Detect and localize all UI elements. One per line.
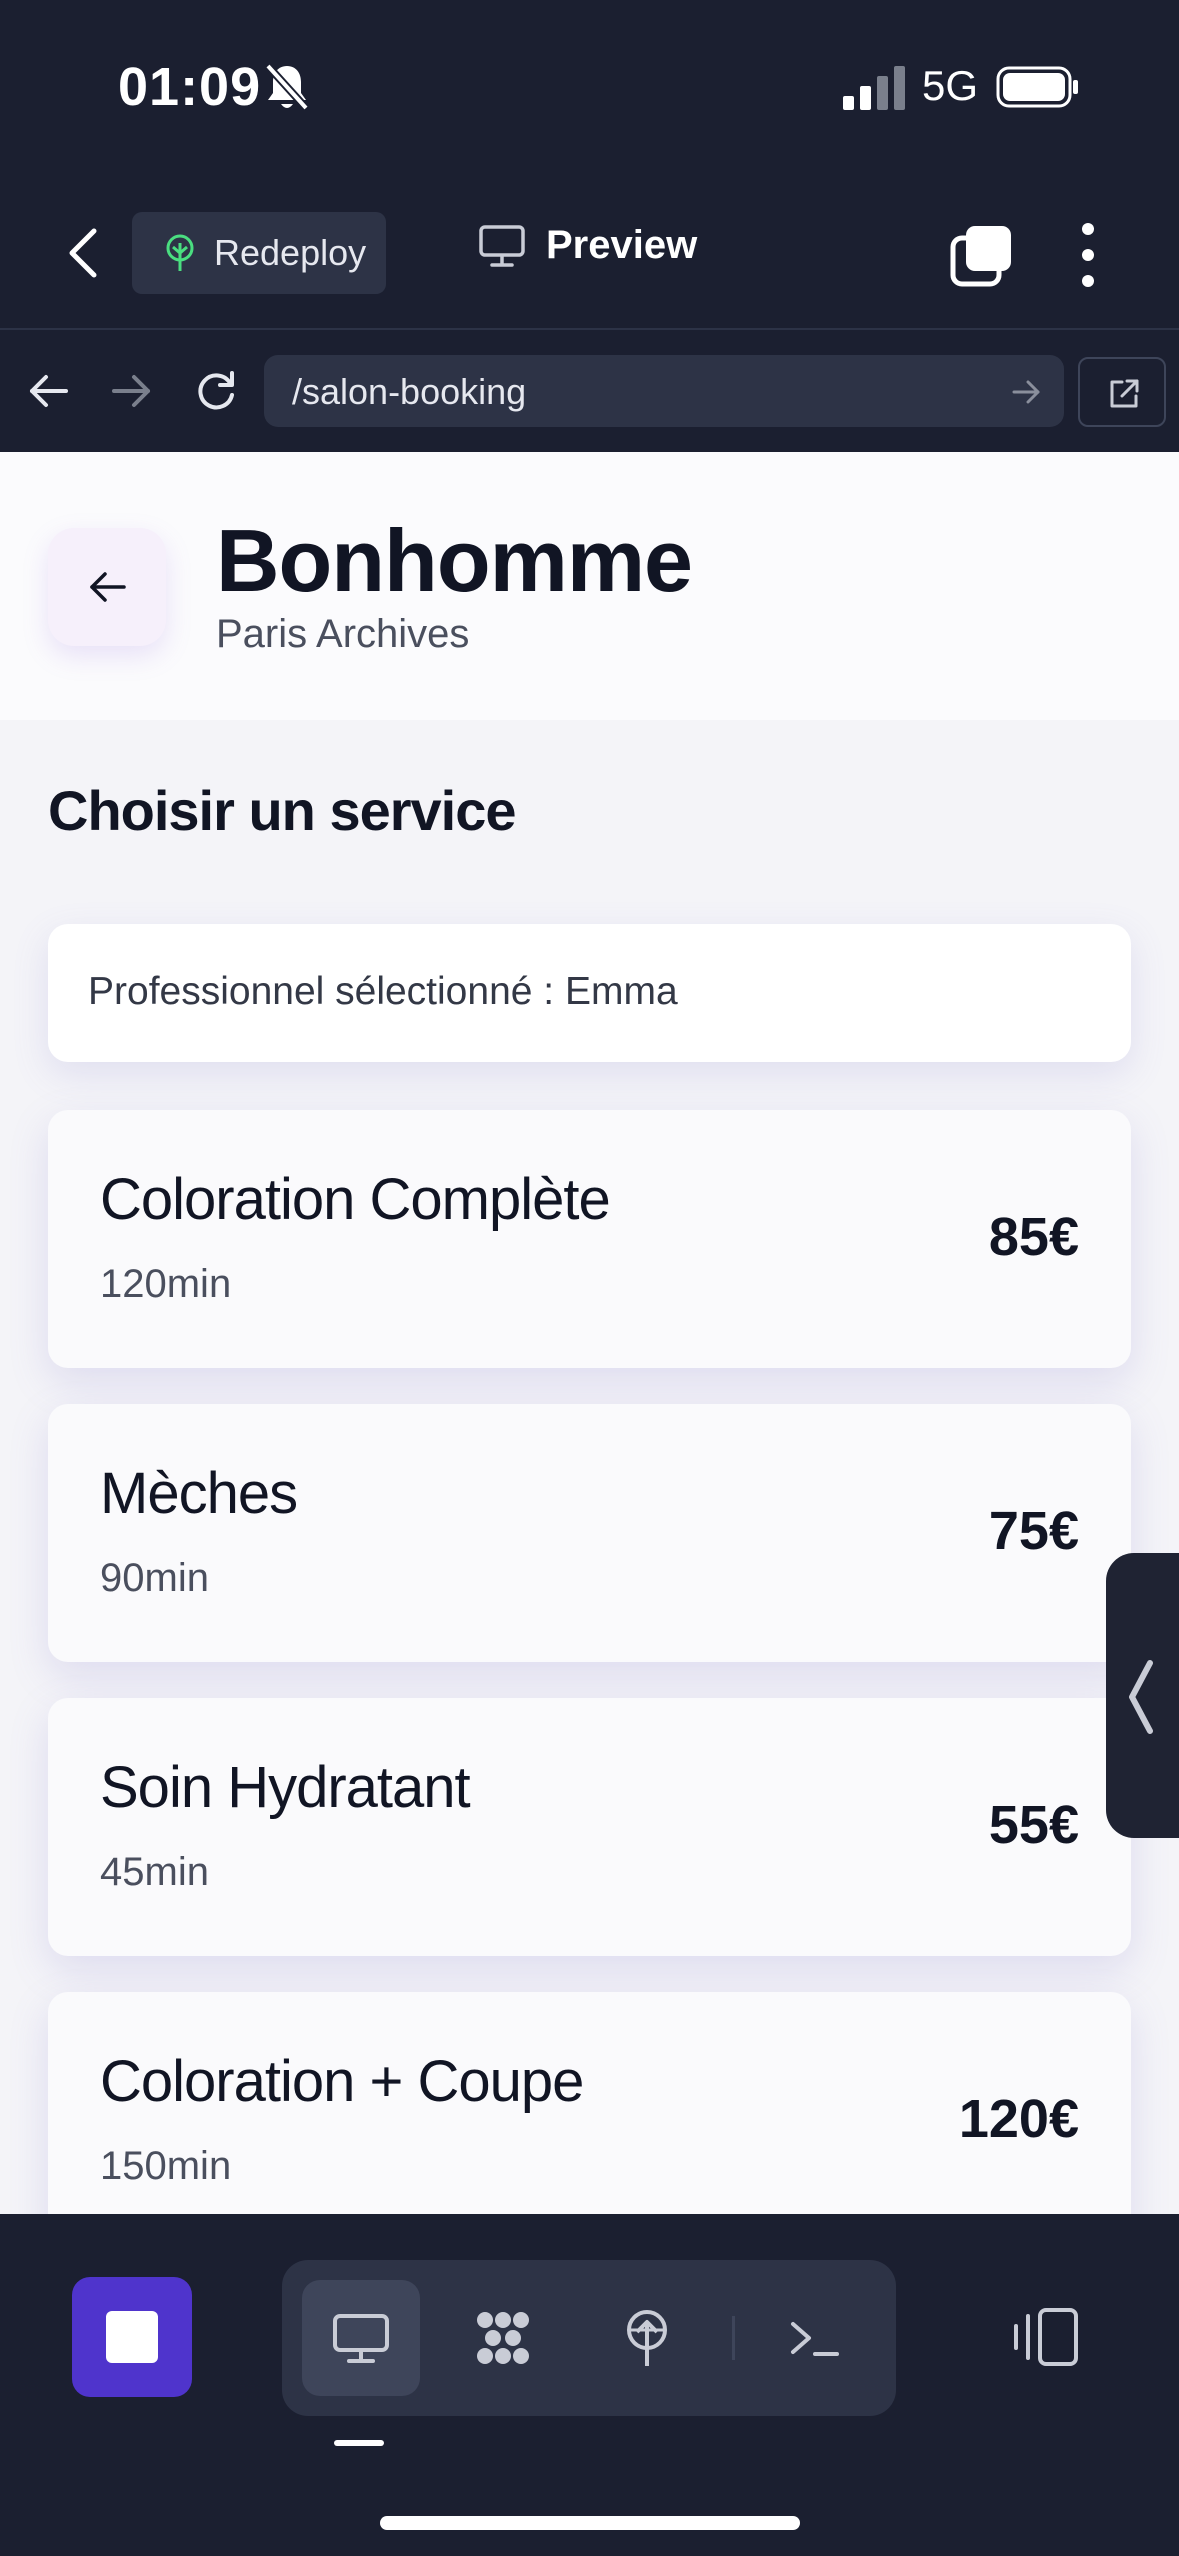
service-card[interactable]: Coloration Complète 120min 85€ [48, 1110, 1131, 1368]
tabs-icon[interactable] [950, 223, 1014, 287]
monitor-icon [479, 224, 525, 267]
arrow-left-icon[interactable] [24, 367, 72, 415]
service-price: 75€ [988, 1501, 1079, 1561]
bottom-toolbar [0, 2214, 1179, 2556]
divider [732, 2316, 735, 2360]
arrow-right-icon[interactable] [108, 367, 156, 415]
service-name: Coloration + Coupe [100, 2049, 584, 2114]
bell-slash-icon [265, 63, 309, 111]
service-price: 120€ [958, 2089, 1079, 2149]
open-external-button[interactable] [1078, 357, 1166, 427]
preview-label: Preview [546, 223, 698, 267]
chevron-left-icon[interactable] [58, 225, 108, 281]
reload-icon[interactable] [192, 367, 240, 415]
selected-professional-card: Professionnel sélectionné : Emma [48, 924, 1131, 1062]
selected-professional-text: Professionnel sélectionné : Emma [88, 970, 678, 1013]
chevron-left-icon [1129, 1660, 1153, 1734]
shop-name: Bonhomme [216, 511, 693, 610]
service-duration: 150min [100, 2144, 232, 2188]
signal-icon [843, 66, 905, 110]
url-field[interactable]: /salon-booking [264, 355, 1064, 427]
service-name: Coloration Complète [100, 1167, 611, 1232]
url-text: /salon-booking [292, 371, 527, 412]
redeploy-button[interactable]: Redeploy [132, 212, 386, 294]
tab-deploy[interactable] [588, 2280, 706, 2396]
home-indicator [380, 2516, 800, 2530]
service-card[interactable]: Soin Hydratant 45min 55€ [48, 1698, 1131, 1956]
status-time: 01:09 [118, 57, 262, 117]
network-label: 5G [922, 62, 979, 109]
service-name: Mèches [100, 1461, 298, 1526]
preview-toggle[interactable]: Preview [478, 223, 697, 268]
status-bar: 01:09 5G [0, 0, 1179, 175]
terminal-icon [791, 2322, 839, 2356]
monitor-icon [333, 2314, 389, 2363]
go-arrow-icon[interactable] [1010, 375, 1044, 409]
tree-icon [166, 234, 194, 271]
stop-icon [106, 2311, 158, 2363]
service-duration: 90min [100, 1556, 209, 1600]
service-duration: 120min [100, 1262, 232, 1306]
service-card[interactable]: Coloration + Coupe 150min 120€ [48, 1992, 1131, 2214]
section-title: Choisir un service [48, 779, 517, 842]
service-price: 85€ [988, 1207, 1079, 1267]
browser-bar: /salon-booking [0, 331, 1179, 452]
panel-icon[interactable] [1010, 2306, 1082, 2368]
service-name: Soin Hydratant [100, 1755, 471, 1820]
arrow-left-icon [90, 572, 126, 602]
shop-header: Bonhomme Paris Archives [0, 452, 1179, 720]
deploy-icon [627, 2310, 667, 2366]
tab-preview[interactable] [302, 2280, 420, 2396]
external-link-icon [1110, 379, 1139, 408]
stop-button[interactable] [72, 2277, 192, 2397]
more-vertical-icon[interactable] [1074, 221, 1102, 289]
back-button[interactable] [48, 528, 166, 646]
battery-icon [996, 66, 1078, 108]
tab-graph[interactable] [444, 2280, 562, 2396]
tab-terminal[interactable] [756, 2280, 874, 2396]
service-duration: 45min [100, 1850, 209, 1894]
service-card[interactable]: Mèches 90min 75€ [48, 1404, 1131, 1662]
nodes-icon [477, 2312, 529, 2364]
app-bar: Redeploy Preview [0, 175, 1179, 330]
shop-location: Paris Archives [216, 612, 470, 656]
web-content: Bonhomme Paris Archives Choisir un servi… [0, 452, 1179, 2214]
active-tab-indicator [334, 2440, 384, 2446]
redeploy-label: Redeploy [214, 232, 367, 273]
view-switcher [282, 2260, 896, 2416]
side-drawer-handle[interactable] [1106, 1553, 1179, 1838]
service-price: 55€ [988, 1795, 1079, 1855]
